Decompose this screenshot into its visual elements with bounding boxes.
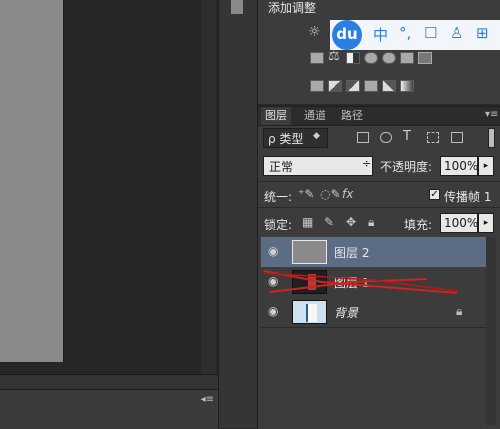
dock-panel-icon[interactable] <box>231 0 243 14</box>
fill-slider-button[interactable]: ▸ <box>478 213 494 233</box>
shape-filter-icon[interactable] <box>427 132 439 143</box>
panel-dock-strip <box>218 0 258 428</box>
layer-thumbnail <box>292 270 327 294</box>
invert-icon[interactable] <box>310 80 324 92</box>
color-balance-icon[interactable]: ⚖ <box>328 49 340 64</box>
layers-panel-menu-icon[interactable]: ▾≡ <box>485 109 498 120</box>
blend-mode-value: 正常 <box>269 160 294 174</box>
filter-toggle-switch[interactable] <box>488 128 495 148</box>
lock-pixels-icon[interactable]: ✎ <box>324 215 334 229</box>
fill-label: 填充: <box>404 218 433 232</box>
color-lookup-icon[interactable] <box>400 52 414 64</box>
visibility-eye-icon[interactable]: ◉ <box>268 304 278 318</box>
opacity-input[interactable]: 100% <box>440 156 478 176</box>
unify-visibility-icon[interactable]: ◌✎ <box>320 187 341 201</box>
adjustment-filter-icon[interactable] <box>380 132 392 143</box>
chevron-down-icon: ◆ <box>313 131 320 141</box>
unify-label: 统一: <box>264 190 293 204</box>
lock-all-icon[interactable]: 🔒︎ <box>368 215 374 230</box>
brightness-contrast-icon[interactable]: ☼ <box>308 24 321 40</box>
visibility-eye-icon[interactable]: ◉ <box>268 244 278 258</box>
gradient-map-icon[interactable] <box>382 80 396 92</box>
ime-punctuation-toggle[interactable]: °, <box>399 24 411 42</box>
divider <box>258 207 500 208</box>
hue-saturation-icon[interactable] <box>310 52 324 64</box>
photo-filter-icon[interactable] <box>364 52 378 64</box>
ime-chinese-toggle[interactable]: 中 <box>373 24 388 45</box>
layer-name[interactable]: 图层 2 <box>334 244 369 261</box>
layer-lock-icon: 🔒︎ <box>456 304 463 318</box>
pixel-filter-icon[interactable] <box>357 132 369 143</box>
gradient-fill-icon[interactable] <box>400 80 414 92</box>
document-canvas[interactable] <box>0 0 64 362</box>
dropdown-arrow-icon: ÷ <box>362 157 372 170</box>
black-white-icon[interactable] <box>346 52 360 64</box>
type-filter-icon[interactable]: T <box>403 129 411 144</box>
divider <box>258 181 500 182</box>
layer-thumbnail <box>292 300 327 324</box>
tab-layers[interactable]: 图层 <box>261 107 291 125</box>
adjustments-title: 添加调整 <box>268 1 317 15</box>
layer-name[interactable]: 图层 1 <box>334 274 369 291</box>
tab-channels[interactable]: 通道 <box>300 107 330 125</box>
baidu-logo[interactable]: du <box>332 20 362 50</box>
visibility-eye-icon[interactable]: ◉ <box>268 274 278 288</box>
fill-input[interactable]: 100% <box>440 213 478 233</box>
panel-menu-icon[interactable]: ◂≡ <box>201 394 214 405</box>
propagate-frame-checkbox[interactable]: ✓ <box>429 189 440 200</box>
posterize-icon[interactable] <box>328 80 342 92</box>
lock-transparent-icon[interactable]: ▦ <box>302 215 313 229</box>
opacity-slider-button[interactable]: ▸ <box>478 156 494 176</box>
propagate-frame-label: 传播帧 1 <box>444 190 492 204</box>
unify-position-icon[interactable]: ⁺✎ <box>298 187 314 201</box>
layer-filter-label: ρ 类型 <box>268 132 304 146</box>
ime-user-icon[interactable]: ♙ <box>450 24 463 42</box>
threshold-icon[interactable] <box>346 80 360 92</box>
tab-paths[interactable]: 路径 <box>337 107 367 125</box>
canvas-vertical-scrollbar[interactable] <box>201 0 216 374</box>
canvas-horizontal-scrollbar[interactable] <box>0 374 218 389</box>
grid-icon[interactable] <box>418 52 432 64</box>
lock-label: 锁定: <box>264 218 293 232</box>
layer-name[interactable]: 背景 <box>334 304 358 321</box>
smart-object-filter-icon[interactable] <box>451 132 463 143</box>
bottom-panel: ◂≡ <box>0 389 218 429</box>
unify-style-icon[interactable]: fx <box>342 187 353 201</box>
layer-thumbnail <box>292 240 327 264</box>
panel-tabbar <box>258 107 500 126</box>
opacity-label: 不透明度: <box>380 160 433 174</box>
lock-position-icon[interactable]: ✥ <box>346 215 356 229</box>
channel-mixer-icon[interactable] <box>382 52 396 64</box>
ime-menu-icon[interactable]: ⊞ <box>476 24 489 42</box>
layers-scrollbar[interactable] <box>486 237 496 425</box>
selective-color-icon[interactable] <box>364 80 378 92</box>
ime-skin-icon[interactable]: ☐ <box>424 24 437 42</box>
